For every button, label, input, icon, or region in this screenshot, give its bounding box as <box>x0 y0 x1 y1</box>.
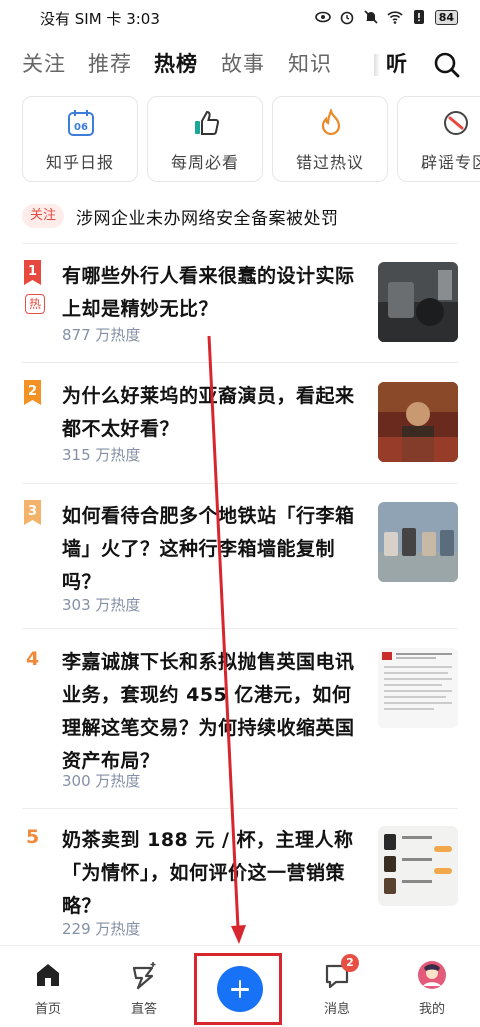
rank-number: 4 <box>26 648 40 670</box>
item-thumbnail[interactable] <box>378 826 458 906</box>
nav-profile[interactable]: 我的 <box>392 960 472 1017</box>
rumor-icon <box>444 111 468 135</box>
card-label: 错过热议 <box>295 153 364 172</box>
flame-icon <box>321 109 341 136</box>
divider <box>22 808 458 809</box>
top-tab-bar: 关注 推荐 热榜 故事 知识 听 <box>22 48 462 82</box>
divider <box>22 628 458 629</box>
hot-list-item[interactable]: 5 奶茶卖到 188 元 / 杯，主理人称「为情怀」，如何评价这一营销策略？ 2… <box>22 824 462 944</box>
rank-number: 3 <box>28 504 37 519</box>
hot-tag: 热 <box>25 294 45 314</box>
calendar-date: 06 <box>74 122 88 133</box>
item-heat: 315 万热度 <box>62 446 141 464</box>
item-heat: 300 万热度 <box>62 772 141 790</box>
rank-3-flag: 3 <box>24 500 41 525</box>
item-thumbnail[interactable] <box>378 262 458 342</box>
profile-icon <box>418 961 446 989</box>
card-rumor[interactable]: 辟谣专区 <box>397 96 480 182</box>
tab-fade-divider <box>374 54 380 76</box>
hot-list-item[interactable]: 2 为什么好莱坞的亚裔演员，看起来都不太好看？ 315 万热度 <box>22 380 462 470</box>
nav-label: 我的 <box>418 1002 445 1017</box>
item-title[interactable]: 如何看待合肥多个地铁站「行李箱墙」火了？这种行李箱墙能复制吗？ <box>62 500 366 599</box>
tab-listen[interactable]: 听 <box>386 48 407 78</box>
bottom-nav: 首页 直答 2 消息 我的 <box>0 945 480 1027</box>
wifi-icon <box>387 11 403 24</box>
battery-indicator: 84 <box>434 9 458 25</box>
hot-list-item[interactable]: 3 如何看待合肥多个地铁站「行李箱墙」火了？这种行李箱墙能复制吗？ 303 万热… <box>22 500 462 614</box>
follow-notice[interactable]: 关注 涉网企业未办网络安全备案被处罚 <box>22 201 462 233</box>
search-icon[interactable] <box>432 50 462 80</box>
highlight-box <box>194 953 282 1025</box>
rank-1-flag: 1 <box>24 260 41 285</box>
plus-icon[interactable] <box>217 966 263 1012</box>
divider <box>22 362 458 363</box>
card-daily[interactable]: 06 知乎日报 <box>22 96 138 182</box>
item-thumbnail[interactable] <box>378 502 458 582</box>
rank-2-flag: 2 <box>24 380 41 405</box>
nav-answer[interactable]: 直答 <box>104 960 184 1017</box>
eye-icon <box>314 11 331 23</box>
status-icons: 84 <box>314 9 458 25</box>
divider <box>22 243 458 244</box>
card-label: 每周必看 <box>170 153 239 172</box>
item-title[interactable]: 有哪些外行人看来很蠢的设计实际上却是精妙无比？ <box>62 260 366 326</box>
item-title[interactable]: 李嘉诚旗下长和系拟抛售英国电讯业务，套现约 455 亿港元，如何理解这笔交易？为… <box>62 646 366 778</box>
quick-entry-cards: 06 知乎日报 每周必看 错过热议 辟谣专区 <box>22 96 480 182</box>
message-count-badge: 2 <box>341 954 359 972</box>
thumbs-up-icon <box>195 110 220 135</box>
item-thumbnail[interactable] <box>378 382 458 462</box>
hot-list-item[interactable]: 1 热 有哪些外行人看来很蠢的设计实际上却是精妙无比？ 877 万热度 <box>22 260 462 360</box>
tab-recommend[interactable]: 推荐 <box>88 48 132 78</box>
calendar-icon: 06 <box>68 110 94 136</box>
item-thumbnail[interactable] <box>378 648 458 728</box>
item-heat: 877 万热度 <box>62 326 141 344</box>
nav-messages[interactable]: 2 消息 <box>297 954 377 1017</box>
nav-label: 消息 <box>323 1002 350 1017</box>
tab-hot-list[interactable]: 热榜 <box>154 48 198 78</box>
nav-label: 直答 <box>130 1002 157 1017</box>
carrier-time: 没有 SIM 卡 3:03 <box>40 10 160 28</box>
rank-number: 1 <box>28 264 37 279</box>
item-heat: 303 万热度 <box>62 596 141 614</box>
card-weekly[interactable]: 每周必看 <box>147 96 263 182</box>
alert-icon <box>413 10 424 24</box>
divider <box>22 483 458 484</box>
alarm-icon <box>340 11 353 25</box>
rank-number: 2 <box>28 384 37 399</box>
item-heat: 229 万热度 <box>62 920 141 938</box>
nav-home[interactable]: 首页 <box>8 960 88 1017</box>
card-missed[interactable]: 错过热议 <box>272 96 388 182</box>
mute-icon <box>364 10 378 24</box>
notice-text: 涉网企业未办网络安全备案被处罚 <box>76 209 339 229</box>
follow-badge: 关注 <box>22 204 65 228</box>
item-title[interactable]: 奶茶卖到 188 元 / 杯，主理人称「为情怀」，如何评价这一营销策略？ <box>62 824 366 923</box>
home-icon <box>37 964 59 986</box>
rank-number: 5 <box>26 826 40 848</box>
tab-story[interactable]: 故事 <box>221 48 265 78</box>
item-title[interactable]: 为什么好莱坞的亚裔演员，看起来都不太好看？ <box>62 380 366 446</box>
nav-label: 首页 <box>34 1002 61 1017</box>
tab-follow[interactable]: 关注 <box>22 48 66 78</box>
tab-knowledge[interactable]: 知识 <box>288 48 332 78</box>
answer-icon <box>132 962 156 990</box>
card-label: 知乎日报 <box>45 153 114 172</box>
card-label: 辟谣专区 <box>420 153 480 172</box>
status-bar: 没有 SIM 卡 3:03 84 <box>0 0 480 36</box>
hot-list-item[interactable]: 4 李嘉诚旗下长和系拟抛售英国电讯业务，套现约 455 亿港元，如何理解这笔交易… <box>22 646 462 796</box>
